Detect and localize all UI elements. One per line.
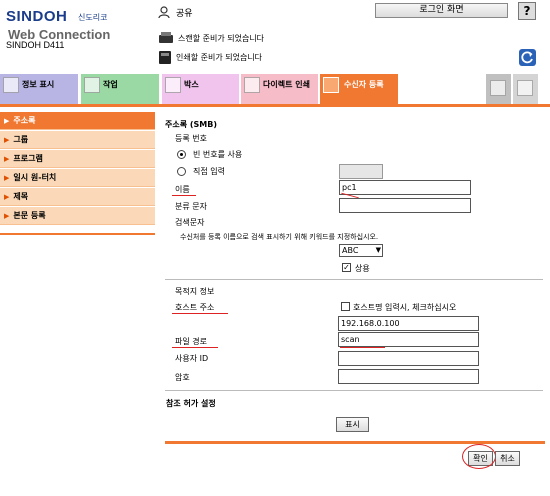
arrow-right-icon: ▶: [4, 174, 10, 182]
help-button[interactable]: ?: [518, 2, 536, 20]
screen-icon: [517, 80, 533, 96]
hostname-checkbox[interactable]: [341, 302, 350, 311]
dest-info-label: 목적지 정보: [175, 287, 215, 296]
scan-status-text: 스캔할 준비가 되었습니다: [178, 33, 265, 43]
password-field[interactable]: [338, 369, 479, 384]
device-model: SINDOH D411: [6, 40, 65, 50]
host-address-field[interactable]: 192.168.0.100: [338, 316, 479, 331]
frequent-checkbox[interactable]: ✓: [342, 263, 351, 272]
footer-divider: [165, 441, 545, 444]
sidebar-item-program[interactable]: ▶ 프로그램: [0, 150, 155, 168]
arrow-right-icon: ▶: [4, 193, 10, 201]
direct-print-icon: [244, 77, 260, 93]
refresh-button[interactable]: [519, 49, 536, 66]
sidebar-item-group[interactable]: ▶ 그룹: [0, 131, 155, 149]
user-icon: [158, 5, 170, 18]
tab-maintenance[interactable]: [513, 74, 538, 104]
destination-icon: [323, 77, 339, 93]
tab-box[interactable]: 박스: [162, 74, 239, 104]
file-path-field[interactable]: scan: [338, 332, 479, 347]
login-screen-button[interactable]: 로그인 화면: [375, 3, 508, 18]
sidebar-item-label: 제목: [13, 192, 29, 201]
scanner-icon: [159, 32, 173, 43]
tab-label: 박스: [184, 80, 199, 89]
search-select-value: ABC: [342, 246, 359, 255]
tab-label: 수신자 등록: [344, 80, 384, 89]
arrow-right-icon: ▶: [4, 117, 10, 125]
ok-button-annotation: [462, 444, 496, 469]
gear-icon: [490, 80, 506, 96]
hostname-checkbox-label: 호스트명 입력시, 체크하십시오: [353, 303, 457, 312]
sidebar-item-label: 본문 등록: [13, 211, 46, 220]
search-hint: 수신처를 등록 이름으로 검색 표시하기 위해 키워드를 지정하십시오.: [180, 233, 379, 241]
job-icon: [84, 77, 100, 93]
sidebar-item-temp-onetouch[interactable]: ▶ 일시 원-터치: [0, 169, 155, 187]
user-id-label: 사용자 ID: [175, 354, 209, 363]
name-label: 이름: [175, 185, 190, 194]
reg-number-label: 등록 번호: [175, 134, 207, 143]
search-select[interactable]: ABC ▼: [339, 244, 383, 257]
reg-number-field[interactable]: [339, 164, 383, 179]
sort-label: 분류 문자: [175, 202, 207, 211]
sidebar-item-label: 그룹: [13, 135, 29, 144]
tab-label: 작업: [103, 80, 118, 89]
host-label: 호스트 주소: [175, 303, 215, 312]
tab-utility[interactable]: [486, 74, 511, 104]
sidebar-item-label: 프로그램: [13, 154, 43, 163]
tab-direct-print[interactable]: 다이렉트 인쇄: [241, 74, 318, 104]
user-label: 공유: [176, 8, 193, 19]
radio-empty-number-label: 빈 번호를 사용: [193, 150, 243, 159]
radio-empty-number[interactable]: [177, 150, 186, 159]
sort-field[interactable]: [339, 198, 471, 213]
section-divider: [165, 279, 543, 280]
brand-name: SINDOH: [6, 8, 68, 25]
path-value-annotation: [340, 347, 385, 348]
print-status-text: 인쇄할 준비가 되었습니다: [176, 52, 263, 62]
host-underline-annotation: [172, 313, 228, 314]
tab-destination-register[interactable]: 수신자 등록: [320, 74, 398, 104]
tab-label: 정보 표시: [22, 80, 55, 89]
section-divider: [165, 390, 543, 391]
tab-job[interactable]: 작업: [81, 74, 159, 104]
sidebar-divider: [0, 233, 155, 235]
printer-icon: [159, 51, 171, 64]
info-icon: [3, 77, 19, 93]
box-icon: [165, 77, 181, 93]
cancel-button[interactable]: 취소: [495, 451, 520, 466]
sidebar-item-subject[interactable]: ▶ 제목: [0, 188, 155, 206]
scan-status: 스캔할 준비가 되었습니다: [158, 31, 264, 45]
sidebar-item-label: 일시 원-터치: [13, 173, 57, 182]
ref-permission-label: 참조 허가 설정: [166, 399, 216, 408]
arrow-right-icon: ▶: [4, 136, 10, 144]
frequent-label: 상용: [355, 264, 370, 273]
radio-direct-input-label: 직접 입력: [193, 167, 225, 176]
path-label: 파일 경로: [175, 337, 207, 346]
tab-info[interactable]: 정보 표시: [0, 74, 78, 104]
path-underline-annotation: [172, 347, 218, 348]
sidebar-item-body-text[interactable]: ▶ 본문 등록: [0, 207, 155, 225]
password-label: 암호: [175, 373, 190, 382]
refresh-icon: [521, 51, 533, 64]
brand-name-ko: 신도리코: [78, 13, 108, 22]
chevron-down-icon: ▼: [375, 246, 381, 254]
arrow-right-icon: ▶: [4, 155, 10, 163]
logo: SINDOH 신도리코 Web Connection SINDOH D411: [6, 8, 156, 50]
print-status: 인쇄할 준비가 되었습니다: [158, 49, 262, 65]
name-underline-annotation: [172, 195, 196, 196]
form-title: 주소록 (SMB): [165, 120, 217, 129]
tab-label: 다이렉트 인쇄: [263, 80, 310, 89]
arrow-right-icon: ▶: [4, 212, 10, 220]
search-label: 검색문자: [175, 218, 205, 227]
show-button[interactable]: 표시: [336, 417, 369, 432]
sidebar-item-label: 주소록: [13, 116, 36, 125]
sidebar-item-address-book[interactable]: ▶ 주소록: [0, 112, 155, 130]
user-area: 공유: [158, 4, 193, 20]
name-field[interactable]: pc1: [339, 180, 471, 195]
tab-divider: [0, 104, 550, 107]
user-id-field[interactable]: [338, 351, 479, 366]
radio-direct-input[interactable]: [177, 167, 186, 176]
